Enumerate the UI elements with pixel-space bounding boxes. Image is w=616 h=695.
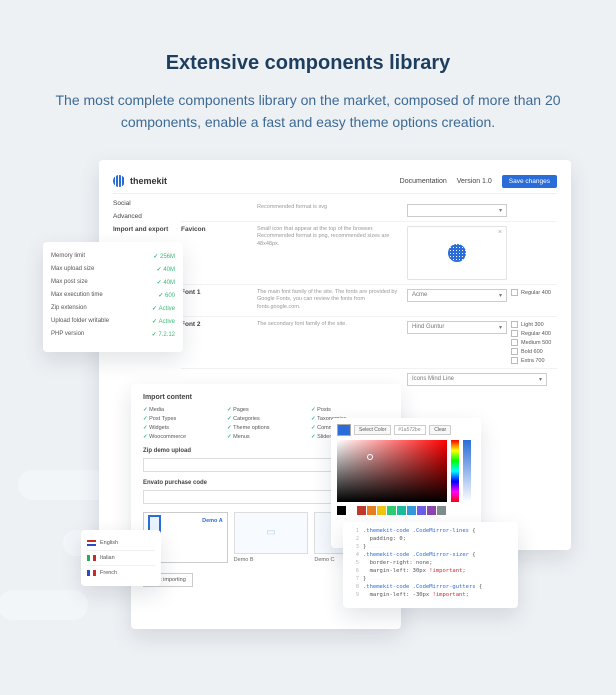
preset-swatch[interactable] bbox=[437, 506, 446, 515]
purchase-code-label: Envato purchase code bbox=[143, 480, 207, 486]
preset-swatch[interactable] bbox=[417, 506, 426, 515]
language-row[interactable]: English bbox=[87, 536, 155, 551]
preset-swatch[interactable] bbox=[357, 506, 366, 515]
favicon-desc: Small icon that appear at the top of the… bbox=[257, 226, 401, 280]
font1-select[interactable]: Acme▾ bbox=[407, 289, 507, 302]
preset-swatch[interactable] bbox=[377, 506, 386, 515]
flag-icon bbox=[87, 570, 96, 576]
select-color-button[interactable]: Select Color bbox=[354, 425, 391, 435]
weight-checkbox[interactable]: Light 300 bbox=[511, 321, 551, 328]
hex-input[interactable]: #1a572be bbox=[394, 425, 426, 435]
system-row: Max execution time600 bbox=[51, 289, 175, 302]
preset-swatch[interactable] bbox=[337, 506, 346, 515]
system-row: PHP version7.2.12 bbox=[51, 328, 175, 341]
weight-checkbox[interactable]: Extra 700 bbox=[511, 357, 551, 364]
font2-select[interactable]: Hind Guntur▾ bbox=[407, 321, 507, 334]
alpha-slider[interactable] bbox=[463, 440, 471, 502]
hue-slider[interactable] bbox=[451, 440, 459, 502]
sidebar-item-social[interactable]: Social bbox=[113, 200, 173, 207]
preset-swatch[interactable] bbox=[387, 506, 396, 515]
import-checkbox[interactable]: Theme options bbox=[227, 425, 305, 431]
placeholder-bubble bbox=[0, 590, 88, 620]
weight-checkbox[interactable]: Bold 600 bbox=[511, 348, 551, 355]
favicon-label: Favicon bbox=[181, 226, 251, 280]
favicon-icon bbox=[448, 244, 466, 262]
save-button[interactable]: Save changes bbox=[502, 175, 557, 188]
preset-swatch[interactable] bbox=[427, 506, 436, 515]
color-swatch[interactable] bbox=[337, 424, 351, 436]
import-checkbox[interactable]: Media bbox=[143, 407, 221, 413]
flag-icon bbox=[87, 540, 96, 546]
close-icon[interactable]: × bbox=[498, 229, 502, 236]
code-editor-panel[interactable]: 1.themekit-code .CodeMirror-lines {2 pad… bbox=[343, 522, 518, 608]
language-panel: EnglishItalianFrench bbox=[81, 530, 161, 586]
documentation-link[interactable]: Documentation bbox=[400, 178, 447, 185]
format-hint: Recommended format is svg bbox=[257, 204, 401, 217]
import-checkbox[interactable]: Menus bbox=[227, 434, 305, 440]
system-row: Max post size40M bbox=[51, 276, 175, 289]
language-row[interactable]: French bbox=[87, 566, 155, 580]
weight-checkbox[interactable]: Regular 400 bbox=[511, 330, 551, 337]
iconset-select[interactable]: Icons Mind Line▾ bbox=[407, 373, 547, 386]
page-subtitle: The most complete components library on … bbox=[0, 75, 616, 134]
system-row: Upload folder writableActive bbox=[51, 315, 175, 328]
sidebar-item-advanced[interactable]: Advanced bbox=[113, 213, 173, 220]
format-select[interactable]: ▾ bbox=[407, 204, 507, 217]
weight-checkbox[interactable]: Regular 400 bbox=[511, 289, 551, 296]
sidebar-item-import[interactable]: Import and export bbox=[113, 226, 173, 233]
import-title: Import content bbox=[143, 394, 389, 401]
favicon-preview[interactable]: × bbox=[407, 226, 507, 280]
preset-swatch[interactable] bbox=[407, 506, 416, 515]
system-row: Memory limit256M bbox=[51, 250, 175, 263]
import-checkbox[interactable]: Posts bbox=[311, 407, 389, 413]
system-row: Max upload size40M bbox=[51, 263, 175, 276]
import-checkbox[interactable]: Widgets bbox=[143, 425, 221, 431]
system-info-panel: Memory limit256MMax upload size40MMax po… bbox=[43, 242, 183, 352]
demo-card[interactable]: ▭Demo B bbox=[234, 512, 309, 563]
import-checkbox[interactable]: Pages bbox=[227, 407, 305, 413]
page-title: Extensive components library bbox=[0, 0, 616, 75]
clear-color-button[interactable]: Clear bbox=[429, 425, 451, 435]
mockup-canvas: themekit Documentation Version 1.0 Save … bbox=[43, 160, 573, 670]
language-row[interactable]: Italian bbox=[87, 551, 155, 566]
import-checkbox[interactable]: Woocommerce bbox=[143, 434, 221, 440]
brand-logo: themekit bbox=[113, 175, 167, 187]
preset-swatch[interactable] bbox=[397, 506, 406, 515]
weight-checkbox[interactable]: Medium 500 bbox=[511, 339, 551, 346]
import-checkbox[interactable]: Post Types bbox=[143, 416, 221, 422]
version-label: Version 1.0 bbox=[457, 178, 492, 185]
preset-swatch[interactable] bbox=[367, 506, 376, 515]
font1-desc: The main font family of the site. The fo… bbox=[257, 289, 401, 312]
import-checkbox[interactable]: Categories bbox=[227, 416, 305, 422]
brand-label: themekit bbox=[130, 176, 167, 186]
themekit-icon bbox=[113, 175, 125, 187]
system-row: Zip extensionActive bbox=[51, 302, 175, 315]
font2-desc: The secondary font family of the site. bbox=[257, 321, 401, 364]
flag-icon bbox=[87, 555, 96, 561]
sv-picker[interactable] bbox=[337, 440, 447, 502]
preset-swatch[interactable] bbox=[347, 506, 356, 515]
